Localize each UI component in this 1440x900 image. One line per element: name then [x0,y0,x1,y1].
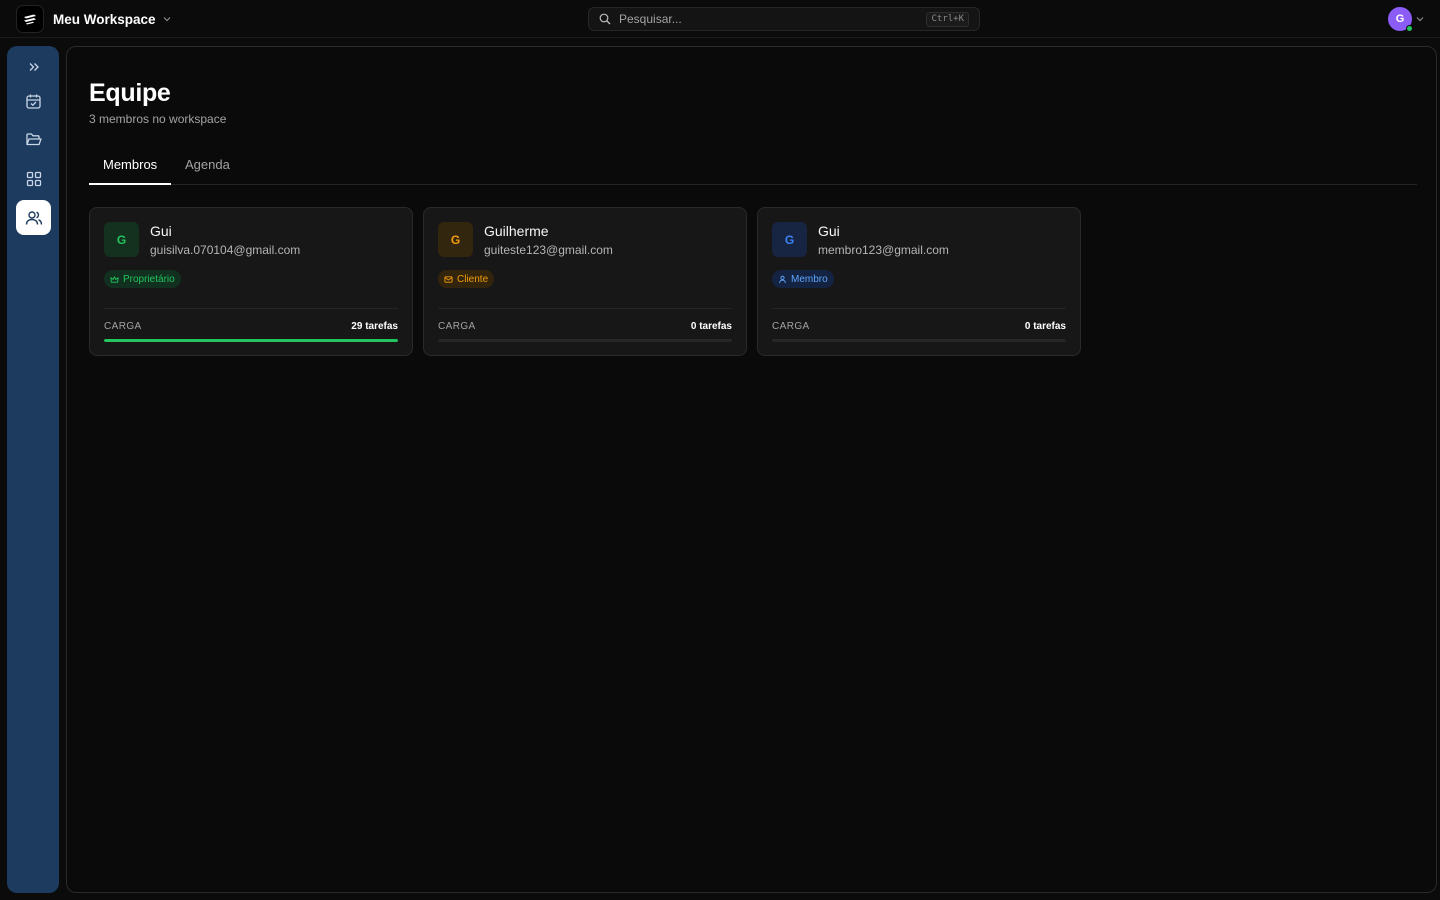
member-email: membro123@gmail.com [818,243,949,257]
page-subtitle: 3 membros no workspace [89,112,227,126]
member-email: guiteste123@gmail.com [484,243,613,257]
tab-membros[interactable]: Membros [89,149,172,185]
chevron-down-icon [1415,14,1425,24]
card-divider [772,308,1066,309]
grid-icon [26,171,42,187]
member-card[interactable]: G Guilherme guiteste123@gmail.com Client… [423,207,747,356]
workspace-logo-icon [16,5,44,33]
card-divider [438,308,732,309]
role-label: Cliente [457,273,489,285]
role-label: Membro [791,273,828,285]
load-progress-fill [104,339,398,342]
member-avatar: G [104,222,139,257]
search-shortcut: Ctrl+K [926,11,969,27]
users-icon [25,209,43,227]
avatar: G [1388,7,1413,32]
avatar-initial: G [1395,13,1405,25]
workspace-switcher[interactable]: Meu Workspace [16,5,172,33]
role-badge: Membro [772,270,834,288]
sidebar-item-projects[interactable] [16,122,51,157]
search-input[interactable]: Pesquisar... Ctrl+K [588,7,980,31]
load-value: 0 tarefas [1024,321,1066,332]
member-email: guisilva.070104@gmail.com [150,243,301,257]
member-initial: G [450,232,461,247]
mail-icon [444,275,453,284]
role-badge: Proprietário [104,270,181,288]
member-initial: G [784,232,795,247]
folder-open-icon [25,131,42,148]
card-divider [104,308,398,309]
user-icon [778,275,787,284]
user-menu[interactable]: G [1388,6,1425,32]
load-progress-bar [772,339,1066,342]
sidebar [7,46,59,893]
online-status-dot [1406,25,1413,32]
workspace-name: Meu Workspace [53,11,156,27]
crown-icon [110,275,119,284]
load-value: 29 tarefas [351,321,398,332]
sidebar-item-dashboard[interactable] [16,161,51,196]
member-card[interactable]: G Gui guisilva.070104@gmail.com Propriet… [89,207,413,356]
member-name: Gui [818,223,840,239]
load-progress-bar [104,339,398,342]
sidebar-item-team[interactable] [16,200,51,235]
member-name: Gui [150,223,172,239]
member-avatar: G [438,222,473,257]
page-title: Equipe [89,79,171,107]
load-progress-bar [438,339,732,342]
search-placeholder: Pesquisar... [619,12,682,26]
load-value: 0 tarefas [690,321,732,332]
member-card[interactable]: G Gui membro123@gmail.com Membro CARGA 0… [757,207,1081,356]
role-label: Proprietário [123,273,175,285]
load-label: CARGA [438,321,476,332]
main-panel: Equipe 3 membros no workspace Membros Ag… [66,46,1437,893]
sidebar-expand-button[interactable] [16,49,51,84]
sidebar-item-tasks[interactable] [16,84,51,119]
top-bar: Meu Workspace Pesquisar... Ctrl+K G [0,0,1440,38]
load-label: CARGA [104,321,142,332]
member-name: Guilherme [484,223,549,239]
calendar-check-icon [25,93,42,110]
tabs: Membros Agenda [89,149,1417,185]
role-badge: Cliente [438,270,495,288]
tab-agenda[interactable]: Agenda [171,149,244,185]
chevrons-right-icon [27,60,41,74]
member-initial: G [116,232,127,247]
chevron-down-icon [162,14,172,24]
member-avatar: G [772,222,807,257]
load-label: CARGA [772,321,810,332]
search-icon [599,13,611,25]
